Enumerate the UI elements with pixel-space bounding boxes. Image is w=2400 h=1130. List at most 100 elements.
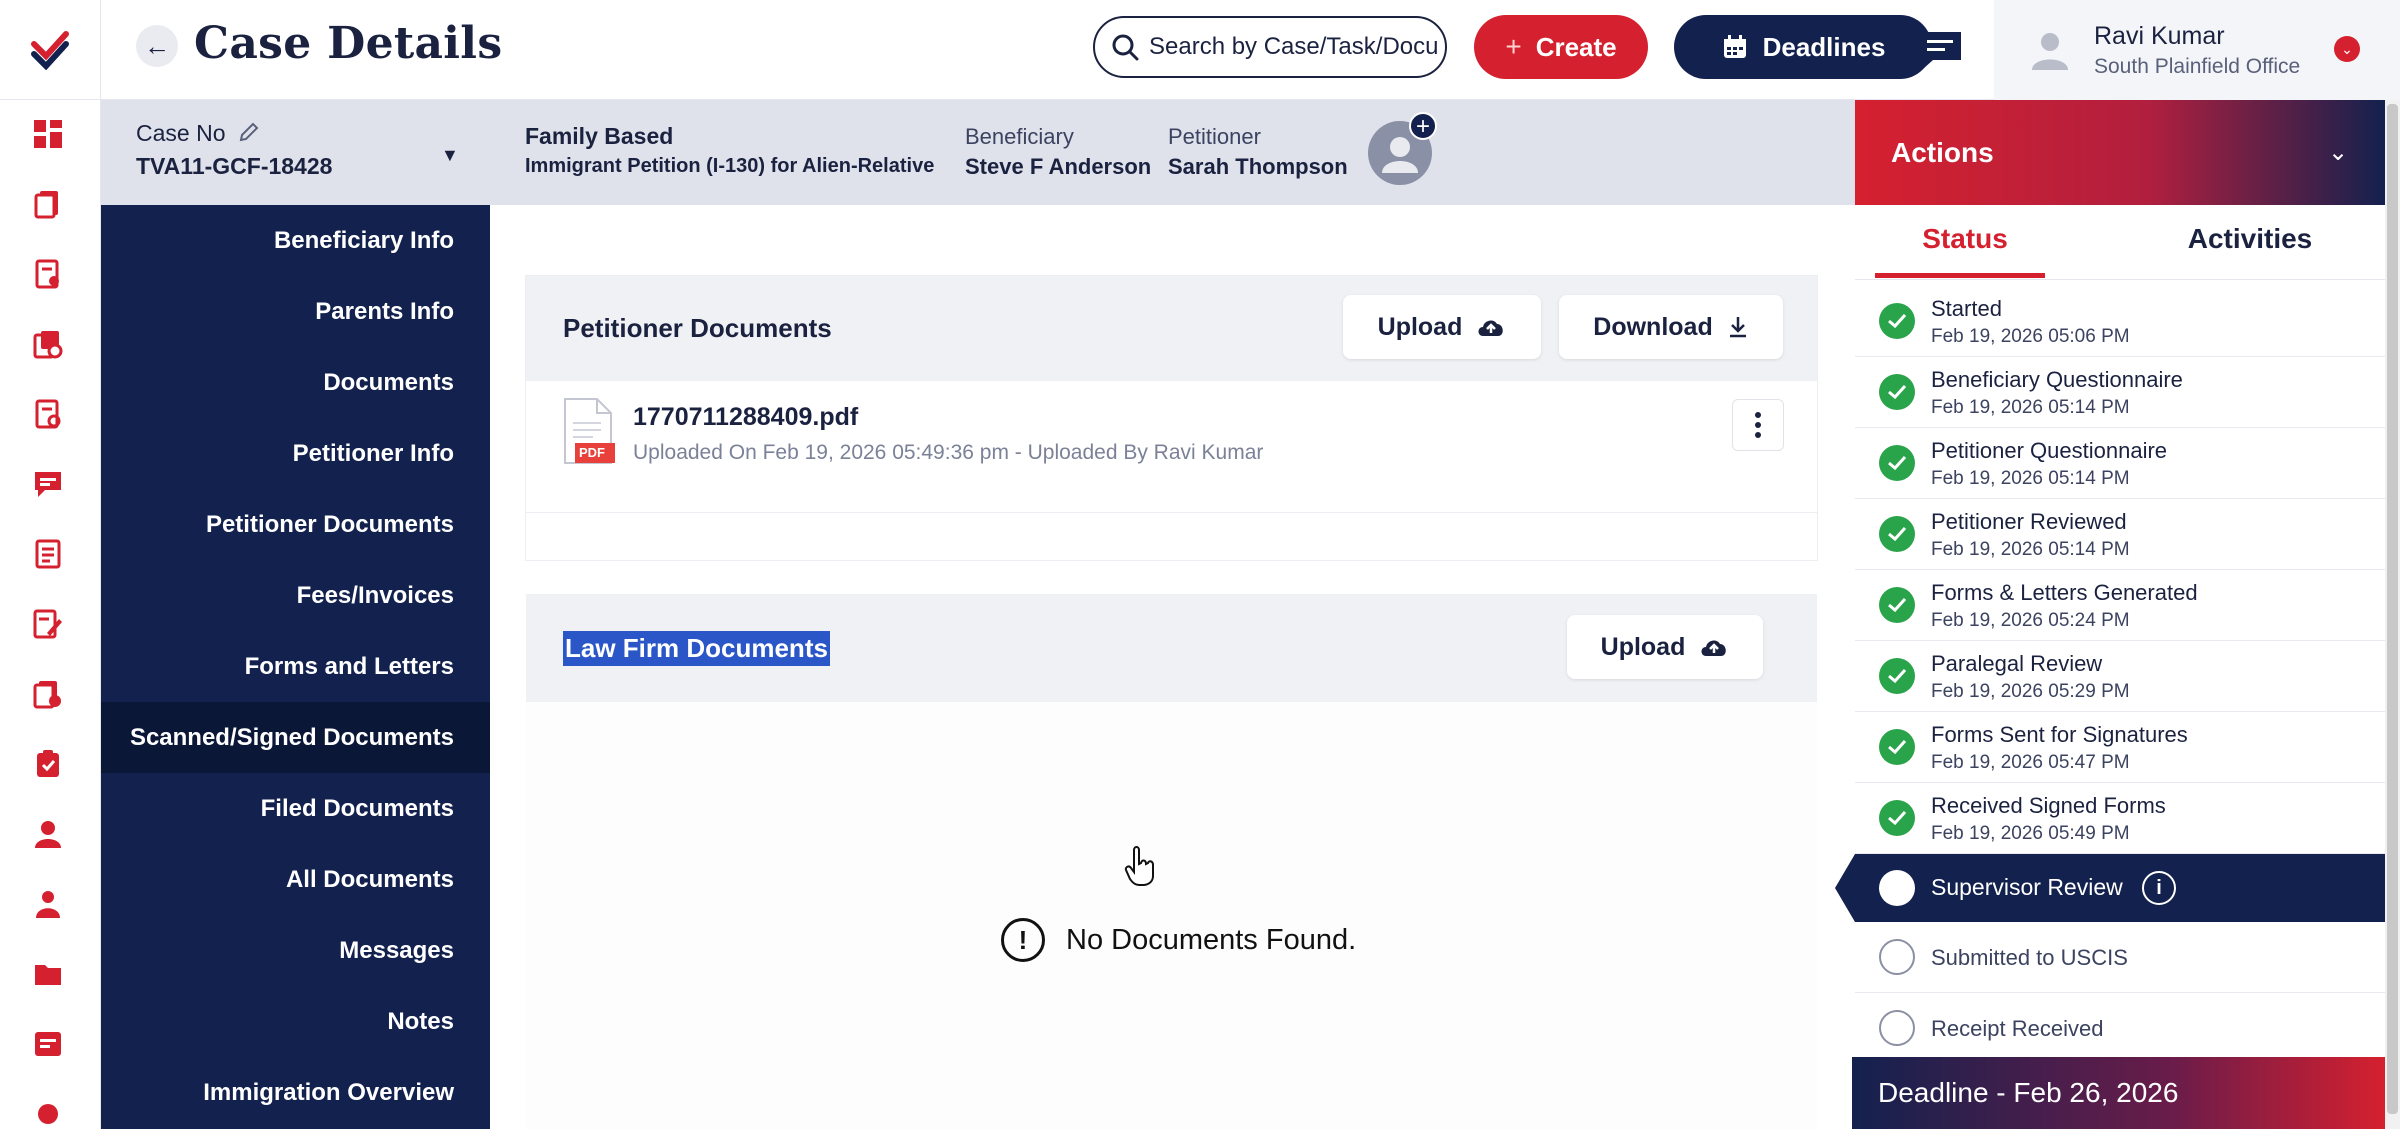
empty-circle-icon: [1879, 1010, 1915, 1046]
search-input-text: Search by Case/Task/Docu: [1149, 33, 1439, 60]
document-meta: Uploaded On Feb 19, 2026 05:49:36 pm - U…: [633, 441, 1264, 464]
petitioner-name: Sarah Thompson: [1168, 154, 1348, 179]
billing-icon[interactable]: [32, 328, 64, 360]
status-date: Feb 19, 2026 05:14 PM: [1931, 539, 2130, 560]
status-label: Beneficiary Questionnaire: [1931, 367, 2183, 392]
case-no-label: Case No: [136, 120, 260, 147]
cloud-upload-icon: [1478, 320, 1504, 336]
sidebar-item-petitioner-documents[interactable]: Petitioner Documents: [101, 489, 490, 560]
sidebar-item-filed-documents[interactable]: Filed Documents: [101, 773, 490, 844]
status-step-submitted-to-uscis: Submitted to USCIS: [1855, 922, 2385, 993]
status-label: Paralegal Review: [1931, 651, 2103, 676]
reports-icon[interactable]: [32, 678, 64, 710]
law-firm-documents-title: Law Firm Documents: [563, 631, 830, 666]
case-header: [101, 100, 1855, 205]
petitioner-label: Petitioner: [1168, 124, 1261, 149]
back-button[interactable]: ←: [136, 25, 178, 67]
actions-header[interactable]: Actions: [1855, 100, 2385, 205]
search-input[interactable]: Search by Case/Task/Docu: [1093, 16, 1447, 78]
messages-button[interactable]: [1914, 0, 1966, 100]
arrow-left-icon: ←: [144, 30, 170, 61]
check-circle-icon: [1879, 516, 1915, 552]
sidebar-item-messages[interactable]: Messages: [101, 915, 490, 986]
status-step-forms-sent-for-signatures: Forms Sent for Signatures Feb 19, 2026 0…: [1855, 712, 2385, 783]
add-contact-icon[interactable]: +: [1409, 112, 1437, 140]
status-label: Started: [1931, 296, 2002, 321]
more-vertical-icon: [1755, 412, 1761, 438]
pdf-badge: PDF: [579, 445, 605, 460]
petitioner-download-button[interactable]: Download: [1559, 295, 1783, 359]
user-office: South Plainfield Office: [2094, 54, 2301, 78]
cloud-upload-icon: [1701, 640, 1727, 656]
law-firm-upload-button[interactable]: Upload: [1567, 615, 1763, 679]
tasks-icon[interactable]: [32, 398, 64, 430]
status-date: Feb 19, 2026 05:14 PM: [1931, 468, 2130, 489]
create-button-label: Create: [1535, 31, 1617, 62]
document-file-name[interactable]: 1770711288409.pdf: [633, 403, 858, 432]
check-circle-icon: [1879, 729, 1915, 765]
sidebar-item-fees-invoices[interactable]: Fees/Invoices: [101, 560, 490, 631]
chevron-down-icon[interactable]: ⌄: [2334, 36, 2360, 62]
contacts-icon[interactable]: [32, 818, 64, 850]
logo-icon: [31, 31, 69, 70]
status-label: Petitioner Questionnaire: [1931, 438, 2168, 463]
chevron-down-icon[interactable]: ⌄: [2328, 138, 2348, 167]
case-number: TVA11-GCF-18428: [136, 153, 333, 179]
beneficiary-label: Beneficiary: [965, 124, 1074, 149]
settings-icon[interactable]: [32, 1098, 64, 1130]
team-icon[interactable]: [32, 888, 64, 920]
dashboard-icon[interactable]: [32, 118, 64, 150]
page-title: Case Details: [194, 18, 503, 69]
sidebar-item-parents-info[interactable]: Parents Info: [101, 276, 490, 347]
scrollbar-thumb[interactable]: [2387, 104, 2398, 1114]
plus-icon: +: [1505, 31, 1522, 62]
check-circle-icon: [1879, 658, 1915, 694]
forms-icon[interactable]: [32, 258, 64, 290]
check-circle-icon: [1879, 445, 1915, 481]
edit-document-icon[interactable]: [32, 608, 64, 640]
sidebar-item-petitioner-info[interactable]: Petitioner Info: [101, 418, 490, 489]
sidebar-item-all-documents[interactable]: All Documents: [101, 844, 490, 915]
status-date: Feb 19, 2026 05:29 PM: [1931, 681, 2130, 702]
deadlines-button[interactable]: Deadlines: [1674, 15, 1932, 79]
status-step-forms-letters-generated: Forms & Letters Generated Feb 19, 2026 0…: [1855, 570, 2385, 641]
sidebar-item-scanned-signed-documents[interactable]: Scanned/Signed Documents: [101, 702, 490, 773]
law-firm-documents-body: [526, 702, 1817, 1129]
sidebar-item-beneficiary-info[interactable]: Beneficiary Info: [101, 205, 490, 276]
notes-icon[interactable]: [32, 1028, 64, 1060]
petitioner-upload-button[interactable]: Upload: [1343, 295, 1541, 359]
case-category: Family Based: [525, 123, 674, 149]
status-step-petitioner-questionnaire: Petitioner Questionnaire Feb 19, 2026 05…: [1855, 428, 2385, 499]
user-name: Ravi Kumar: [2094, 21, 2225, 50]
app-logo[interactable]: [0, 0, 101, 100]
sidebar-item-documents[interactable]: Documents: [101, 347, 490, 418]
document-menu-button[interactable]: [1732, 399, 1784, 451]
tab-activities[interactable]: Activities: [2170, 223, 2330, 255]
info-icon[interactable]: i: [2142, 871, 2176, 905]
sidebar-item-notes[interactable]: Notes: [101, 986, 490, 1057]
pdf-file-icon: PDF: [563, 397, 617, 472]
status-label: Receipt Received: [1931, 1016, 2104, 1041]
search-icon: [1112, 34, 1139, 61]
user-avatar-icon: [2032, 33, 2068, 70]
case-dropdown-caret-icon[interactable]: ▼: [441, 145, 459, 166]
folder-icon[interactable]: [32, 958, 64, 990]
status-date: Feb 19, 2026 05:14 PM: [1931, 397, 2130, 418]
documents-icon[interactable]: [32, 538, 64, 570]
empty-circle-icon: [1879, 939, 1915, 975]
hand-cursor-icon: [1124, 846, 1156, 891]
check-circle-icon: [1879, 374, 1915, 410]
cases-icon[interactable]: [32, 188, 64, 220]
calendar-icon: [1723, 35, 1746, 58]
sidebar-item-forms-and-letters[interactable]: Forms and Letters: [101, 631, 490, 702]
create-button[interactable]: + Create: [1474, 15, 1648, 79]
petitioner-documents-title: Petitioner Documents: [563, 313, 832, 343]
sidebar-item-immigration-overview[interactable]: Immigration Overview: [101, 1057, 490, 1128]
deadline-banner: Deadline - Feb 26, 2026: [1852, 1057, 2385, 1129]
messages-nav-icon[interactable]: [32, 468, 64, 500]
tab-status[interactable]: Status: [1880, 223, 2050, 255]
status-date: Feb 19, 2026 05:06 PM: [1931, 326, 2130, 347]
status-step-received-signed-forms: Received Signed Forms Feb 19, 2026 05:49…: [1855, 783, 2385, 854]
edit-icon[interactable]: [238, 121, 260, 143]
clipboard-icon[interactable]: [32, 748, 64, 780]
